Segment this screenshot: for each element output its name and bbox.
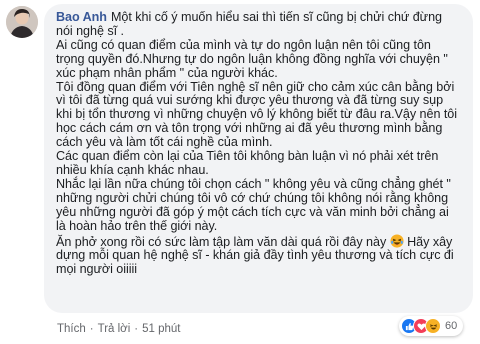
avatar-image <box>6 6 38 38</box>
comment-paragraph-4: Các quan điểm còn lại của Tiên tôi không… <box>56 149 439 177</box>
comment-paragraph-1: Một khi cố ý muốn hiểu sai thì tiến sĩ c… <box>56 10 442 38</box>
comment-paragraph-3: Tôi đồng quan điểm với Tiên nghệ sĩ nên … <box>56 79 458 150</box>
comment-paragraph-6-text: Ăn phở xong rồi có sức làm tập làm văn d… <box>56 234 387 249</box>
comment-actions: Thích · Trả lời · 51 phút <box>57 323 181 335</box>
comment-text: Bao Anh Một khi cố ý muốn hiểu sai thì ti… <box>56 10 461 278</box>
reactions-summary[interactable]: 60 <box>399 316 464 336</box>
comment-row: Bao Anh Một khi cố ý muốn hiểu sai thì ti… <box>0 0 480 344</box>
comment-timestamp[interactable]: 51 phút <box>142 323 180 335</box>
comment-bubble: Bao Anh Một khi cố ý muốn hiểu sai thì ti… <box>44 4 473 313</box>
comment-paragraph-2: Ai cũng có quan điểm của mình và tự do n… <box>56 37 448 80</box>
author-avatar[interactable] <box>6 6 38 38</box>
reaction-count: 60 <box>445 320 458 332</box>
action-separator: · <box>89 323 94 335</box>
action-separator: · <box>134 323 139 335</box>
comment-paragraph-5: Nhắc lại lần nữa chúng tôi chọn cách " k… <box>56 176 451 233</box>
like-link[interactable]: Thích <box>57 323 86 335</box>
reply-link[interactable]: Trả lời <box>98 323 131 335</box>
author-name[interactable]: Bao Anh <box>56 10 107 24</box>
comment-paragraph-6: Ăn phở xong rồi có sức làm tập làm văn d… <box>56 233 461 278</box>
laughing-emoji-icon <box>390 233 404 248</box>
haha-icon <box>425 318 441 334</box>
